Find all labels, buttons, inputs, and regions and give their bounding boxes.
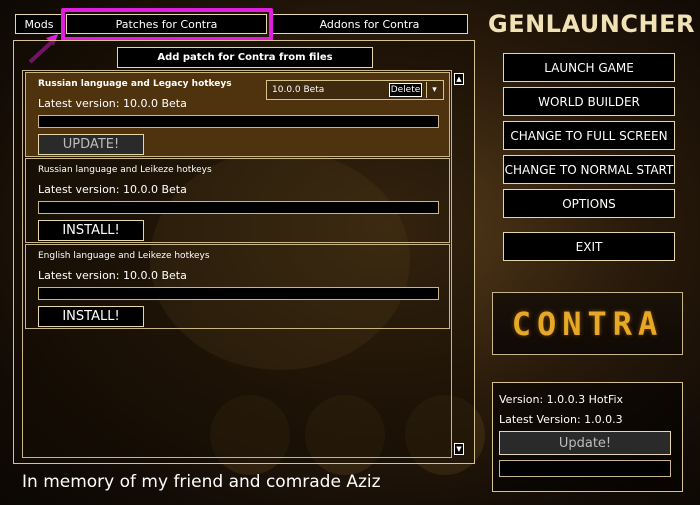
world-builder-button[interactable]: WORLD BUILDER <box>503 87 675 116</box>
update-button[interactable]: UPDATE! <box>38 134 144 155</box>
contra-logo: CONTRA <box>492 292 683 355</box>
patch-latest-version: Latest version: 10.0.0 Beta <box>38 97 187 110</box>
memorial-text: In memory of my friend and comrade Aziz <box>22 472 381 492</box>
delete-button[interactable]: Delete <box>389 83 422 97</box>
scroll-down-icon[interactable]: ▼ <box>454 443 464 455</box>
options-button[interactable]: OPTIONS <box>503 189 675 218</box>
progress-bar <box>38 201 439 214</box>
full-screen-button[interactable]: CHANGE TO FULL SCREEN <box>503 121 675 150</box>
patch-list: Russian language and Legacy hotkeys Late… <box>22 70 452 458</box>
progress-bar <box>38 287 439 300</box>
list-item[interactable]: English language and Leikeze hotkeys Lat… <box>25 244 450 329</box>
tab-addons[interactable]: Addons for Contra <box>271 14 468 34</box>
patch-latest-version: Latest version: 10.0.0 Beta <box>38 269 187 282</box>
add-patch-button[interactable]: Add patch for Contra from files <box>117 47 373 68</box>
launcher-update-button[interactable]: Update! <box>499 431 671 455</box>
install-button[interactable]: INSTALL! <box>38 220 144 241</box>
app-title: GENLAUNCHER <box>488 10 695 38</box>
version-panel: Version: 1.0.0.3 HotFix Latest Version: … <box>492 382 683 492</box>
chevron-down-icon[interactable]: ▾ <box>426 82 442 98</box>
patch-name: Russian language and Leikeze hotkeys <box>38 165 212 175</box>
launch-game-button[interactable]: LAUNCH GAME <box>503 53 675 82</box>
version-dropdown[interactable]: 10.0.0 Beta Delete ▾ <box>266 80 444 100</box>
logo-text: CONTRA <box>511 304 664 343</box>
install-button[interactable]: INSTALL! <box>38 306 144 327</box>
update-progress-bar <box>499 460 671 477</box>
version-dropdown-value: 10.0.0 Beta <box>272 85 325 95</box>
progress-bar <box>38 115 439 128</box>
scroll-up-icon[interactable]: ▲ <box>454 73 464 85</box>
list-item[interactable]: Russian language and Legacy hotkeys Late… <box>25 72 450 157</box>
normal-start-button[interactable]: CHANGE TO NORMAL START <box>503 155 675 184</box>
latest-version: Latest Version: 1.0.0.3 <box>499 413 623 426</box>
current-version: Version: 1.0.0.3 HotFix <box>499 393 624 406</box>
patch-name: English language and Leikeze hotkeys <box>38 251 210 261</box>
list-item[interactable]: Russian language and Leikeze hotkeys Lat… <box>25 158 450 243</box>
tab-highlight-annotation <box>61 8 273 41</box>
patch-name: Russian language and Legacy hotkeys <box>38 79 232 89</box>
exit-button[interactable]: EXIT <box>503 232 675 261</box>
patch-latest-version: Latest version: 10.0.0 Beta <box>38 183 187 196</box>
